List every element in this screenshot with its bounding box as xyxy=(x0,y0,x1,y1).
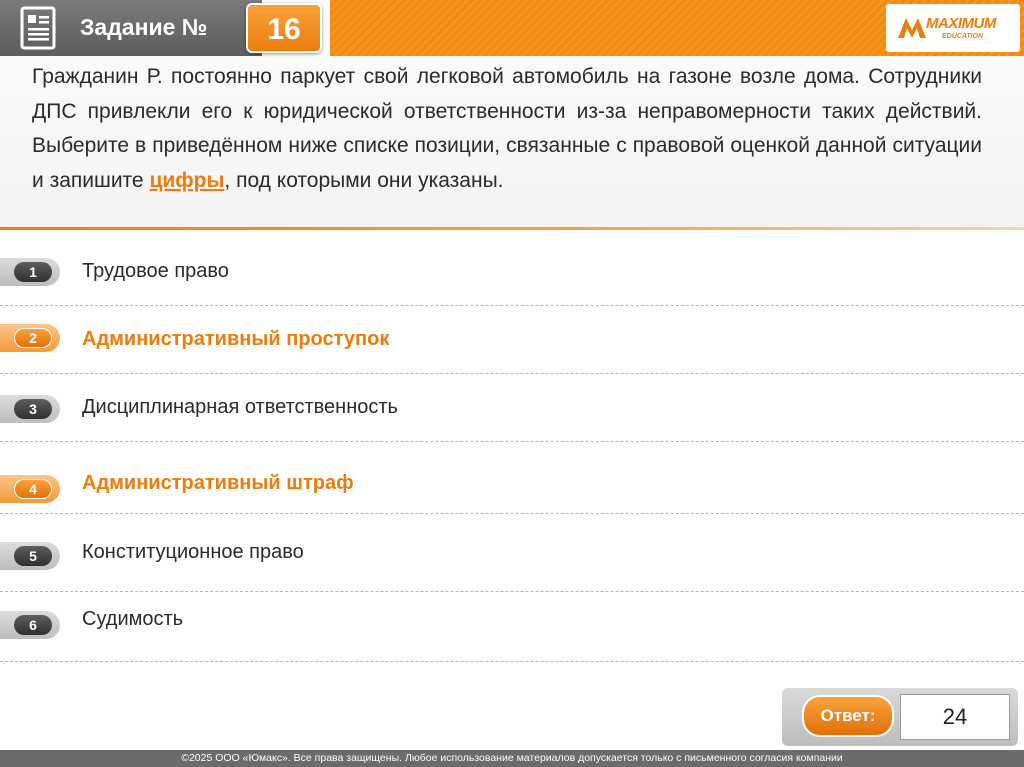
option-6[interactable]: 6 Судимость xyxy=(0,594,1024,662)
option-number: 6 xyxy=(14,615,52,635)
answer-button[interactable]: Ответ: xyxy=(802,695,894,737)
answer-field[interactable]: 24 xyxy=(900,694,1010,740)
task-number-badge: 16 xyxy=(246,3,322,53)
option-number-badge: 4 xyxy=(0,475,60,503)
maximum-logo: MAXIMUM EDUCATION xyxy=(886,4,1020,52)
option-1[interactable]: 1 Трудовое право xyxy=(0,238,1024,306)
option-label: Дисциплинарная ответственность xyxy=(82,396,398,418)
question-text: Гражданин Р. постоянно паркует свой легк… xyxy=(32,60,982,198)
option-number-badge: 2 xyxy=(0,324,60,352)
task-number: 16 xyxy=(267,13,301,46)
option-2[interactable]: 2 Административный проступок xyxy=(0,306,1024,374)
option-3[interactable]: 3 Дисциплинарная ответственность xyxy=(0,374,1024,442)
answer-panel: Ответ: 24 xyxy=(782,688,1018,746)
option-label: Судимость xyxy=(82,608,184,630)
option-number: 1 xyxy=(14,262,52,282)
option-number: 2 xyxy=(14,328,52,348)
option-number-badge: 6 xyxy=(0,611,60,639)
logo-subtext: EDUCATION xyxy=(942,33,984,40)
option-divider xyxy=(0,441,1024,442)
option-4[interactable]: 4 Административный штраф xyxy=(0,446,1024,514)
option-divider xyxy=(0,513,1024,514)
option-number-badge: 3 xyxy=(0,395,60,423)
option-label: Конституционное право xyxy=(82,541,304,563)
task-title: Задание № xyxy=(80,14,208,40)
option-divider xyxy=(0,591,1024,592)
option-5[interactable]: 5 Конституционное право xyxy=(0,524,1024,592)
option-number: 5 xyxy=(14,546,52,566)
option-number-badge: 5 xyxy=(0,542,60,570)
header-bar: Задание № 16 MAXIMUM EDUCATION xyxy=(0,0,1024,56)
option-number: 3 xyxy=(14,399,52,419)
option-divider xyxy=(0,661,1024,662)
option-number: 4 xyxy=(14,479,52,499)
logo-text: MAXIMUM xyxy=(926,15,996,32)
option-number-badge: 1 xyxy=(0,258,60,286)
question-separator xyxy=(0,227,1024,230)
option-label: Административный проступок xyxy=(82,328,390,350)
question-text-end: , под которыми они указаны. xyxy=(224,168,504,192)
option-label: Трудовое право xyxy=(82,260,229,282)
option-label: Административный штраф xyxy=(82,472,354,494)
copyright-footer: ©2025 ООО «Юмакс». Все права защищены. Л… xyxy=(0,750,1024,767)
question-highlight-link[interactable]: цифры xyxy=(149,169,224,192)
logo-mark-icon xyxy=(898,18,926,38)
document-icon xyxy=(20,6,56,50)
